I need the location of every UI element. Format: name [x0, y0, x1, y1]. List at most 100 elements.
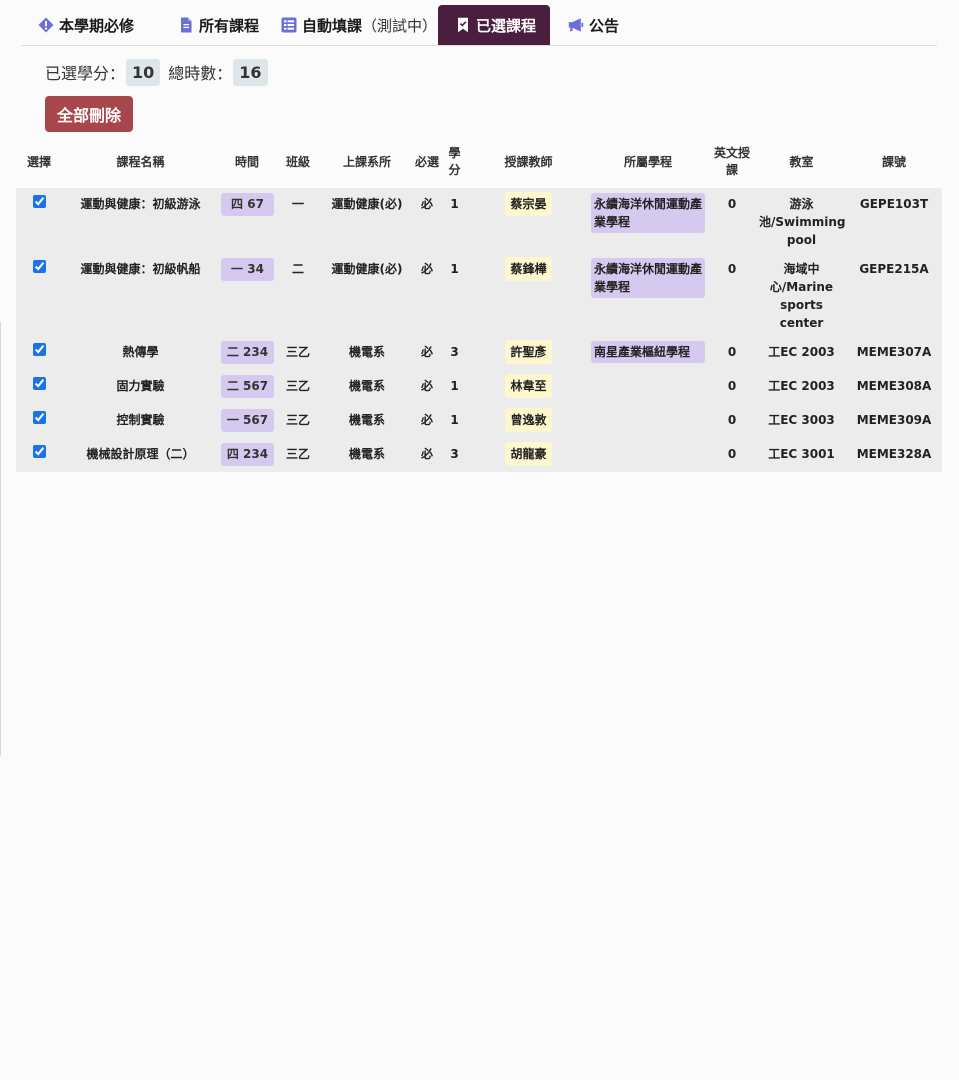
class-cell: 二: [275, 253, 321, 336]
tab-label: 本學期必修: [59, 16, 135, 35]
hours-label: 總時數：: [168, 64, 233, 83]
department-cell: 機電系: [321, 438, 413, 472]
time-badge: 二 567: [221, 375, 274, 398]
english-cell: 0: [707, 253, 757, 336]
bookmark-check-icon: [455, 17, 471, 33]
time-cell: 二 234: [219, 336, 275, 370]
table-row: 運動與健康：初級游泳四 67 一運動健康(必) 必 1 蔡宗晏 永續海洋休閒運動產業學程 0…: [16, 188, 942, 253]
course-name: 運動與健康：初級游泳: [62, 188, 219, 253]
tab-label: 自動填課: [302, 16, 363, 35]
tab-announcements[interactable]: 公告: [550, 5, 640, 45]
select-cell: [16, 188, 62, 253]
select-checkbox[interactable]: [32, 445, 46, 458]
course-name: 熱傳學: [62, 336, 219, 370]
credits-cell: 3: [441, 438, 468, 472]
english-cell: 0: [707, 370, 757, 404]
room-cell: 工EC 3001: [757, 438, 846, 472]
teacher-badge[interactable]: 蔡宗晏: [505, 192, 552, 216]
program-badge: 南星產業樞紐學程: [591, 341, 705, 363]
teacher-badge[interactable]: 曾逸敦: [505, 408, 552, 432]
header-english: 英文授課: [707, 136, 757, 188]
grid-list-icon: [281, 17, 297, 33]
teacher-cell: 曾逸敦: [468, 404, 589, 438]
time-badge: 一 34: [221, 258, 274, 281]
program-badge: 永續海洋休閒運動產業學程: [591, 258, 705, 298]
tab-selected-courses[interactable]: 已選課程: [438, 5, 550, 45]
department-cell: 機電系: [321, 370, 413, 404]
hours-value: 16: [233, 58, 268, 86]
class-cell: 三乙: [275, 370, 321, 404]
header-course-code: 課號: [846, 136, 942, 188]
tab-auto-fill[interactable]: 自動填課 （測試中）: [264, 5, 437, 45]
required-cell: 必: [413, 336, 441, 370]
select-checkbox[interactable]: [32, 195, 46, 208]
teacher-badge[interactable]: 蔡鋒樺: [505, 257, 552, 281]
select-checkbox[interactable]: [32, 411, 46, 424]
program-cell: 永續海洋休閒運動產業學程: [589, 253, 707, 336]
teacher-badge[interactable]: 林韋至: [505, 374, 552, 398]
time-cell: 四 234: [219, 438, 275, 472]
select-checkbox[interactable]: [32, 377, 46, 390]
teacher-cell: 林韋至: [468, 370, 589, 404]
teacher-badge[interactable]: 胡龍豪: [505, 442, 552, 466]
select-cell: [16, 253, 62, 336]
table-row: 運動與健康：初級帆船一 34 二運動健康(必) 必 1 蔡鋒樺 永續海洋休閒運動產業學程 0…: [16, 253, 942, 336]
select-checkbox[interactable]: [32, 343, 46, 356]
select-checkbox[interactable]: [32, 260, 46, 273]
teacher-cell: 胡龍豪: [468, 438, 589, 472]
department-cell: 機電系: [321, 404, 413, 438]
tab-label: 所有課程: [199, 16, 260, 35]
left-divider: [0, 322, 1, 756]
english-cell: 0: [707, 188, 757, 253]
course-name: 控制實驗: [62, 404, 219, 438]
tab-suffix-testing: （測試中）: [362, 16, 438, 35]
time-cell: 一 567: [219, 404, 275, 438]
teacher-badge[interactable]: 許聖彥: [505, 340, 552, 364]
header-teacher: 授課教師: [468, 136, 589, 188]
select-cell: [16, 438, 62, 472]
required-cell: 必: [413, 188, 441, 253]
teacher-cell: 蔡宗晏: [468, 188, 589, 253]
header-class: 班級: [275, 136, 321, 188]
english-cell: 0: [707, 438, 757, 472]
room-cell: 工EC 2003: [757, 336, 846, 370]
tab-bar: 本學期必修 所有課程 自動填課 （測試中） 已選課程 公告: [21, 5, 937, 46]
program-badge: 永續海洋休閒運動產業學程: [591, 193, 705, 233]
department-cell: 機電系: [321, 336, 413, 370]
credits-cell: 1: [441, 253, 468, 336]
exclamation-diamond-icon: [38, 17, 54, 33]
required-cell: 必: [413, 370, 441, 404]
credits-label: 已選學分：: [45, 64, 126, 83]
course-code-cell: GEPE103T: [846, 188, 942, 253]
time-badge: 二 234: [221, 341, 274, 364]
header-required: 必選: [413, 136, 441, 188]
room-cell: 工EC 3003: [757, 404, 846, 438]
select-cell: [16, 336, 62, 370]
tab-label: 已選課程: [476, 16, 537, 35]
header-program: 所屬學程: [589, 136, 707, 188]
table-header-row: 選擇 課程名稱 時間 班級 上課系所 必選 學分 授課教師 所屬學程 英文授課 …: [16, 136, 942, 188]
megaphone-icon: [568, 17, 584, 33]
course-code-cell: MEME307A: [846, 336, 942, 370]
room-cell: 海域中心/Marine sports center: [757, 253, 846, 336]
time-cell: 四 67: [219, 188, 275, 253]
credits-cell: 1: [441, 188, 468, 253]
class-cell: 一: [275, 188, 321, 253]
department-cell: 運動健康(必): [321, 188, 413, 253]
table-row: 固力實驗二 567 三乙 機電系必 1 林韋至 0 工EC 2003 MEME308A: [16, 370, 942, 404]
time-badge: 一 567: [221, 409, 274, 432]
tab-required-this-semester[interactable]: 本學期必修: [21, 5, 152, 45]
course-name: 運動與健康：初級帆船: [62, 253, 219, 336]
delete-all-button[interactable]: 全部刪除: [45, 96, 133, 132]
program-cell: [589, 404, 707, 438]
course-name: 固力實驗: [62, 370, 219, 404]
teacher-cell: 許聖彥: [468, 336, 589, 370]
header-time: 時間: [219, 136, 275, 188]
required-cell: 必: [413, 404, 441, 438]
header-course-name: 課程名稱: [62, 136, 219, 188]
tab-all-courses[interactable]: 所有課程: [152, 5, 264, 45]
room-cell: 游泳池/Swimming pool: [757, 188, 846, 253]
header-department: 上課系所: [321, 136, 413, 188]
teacher-cell: 蔡鋒樺: [468, 253, 589, 336]
table-row: 控制實驗一 567 三乙 機電系必 1 曾逸敦 0 工EC 3003 MEME309A: [16, 404, 942, 438]
